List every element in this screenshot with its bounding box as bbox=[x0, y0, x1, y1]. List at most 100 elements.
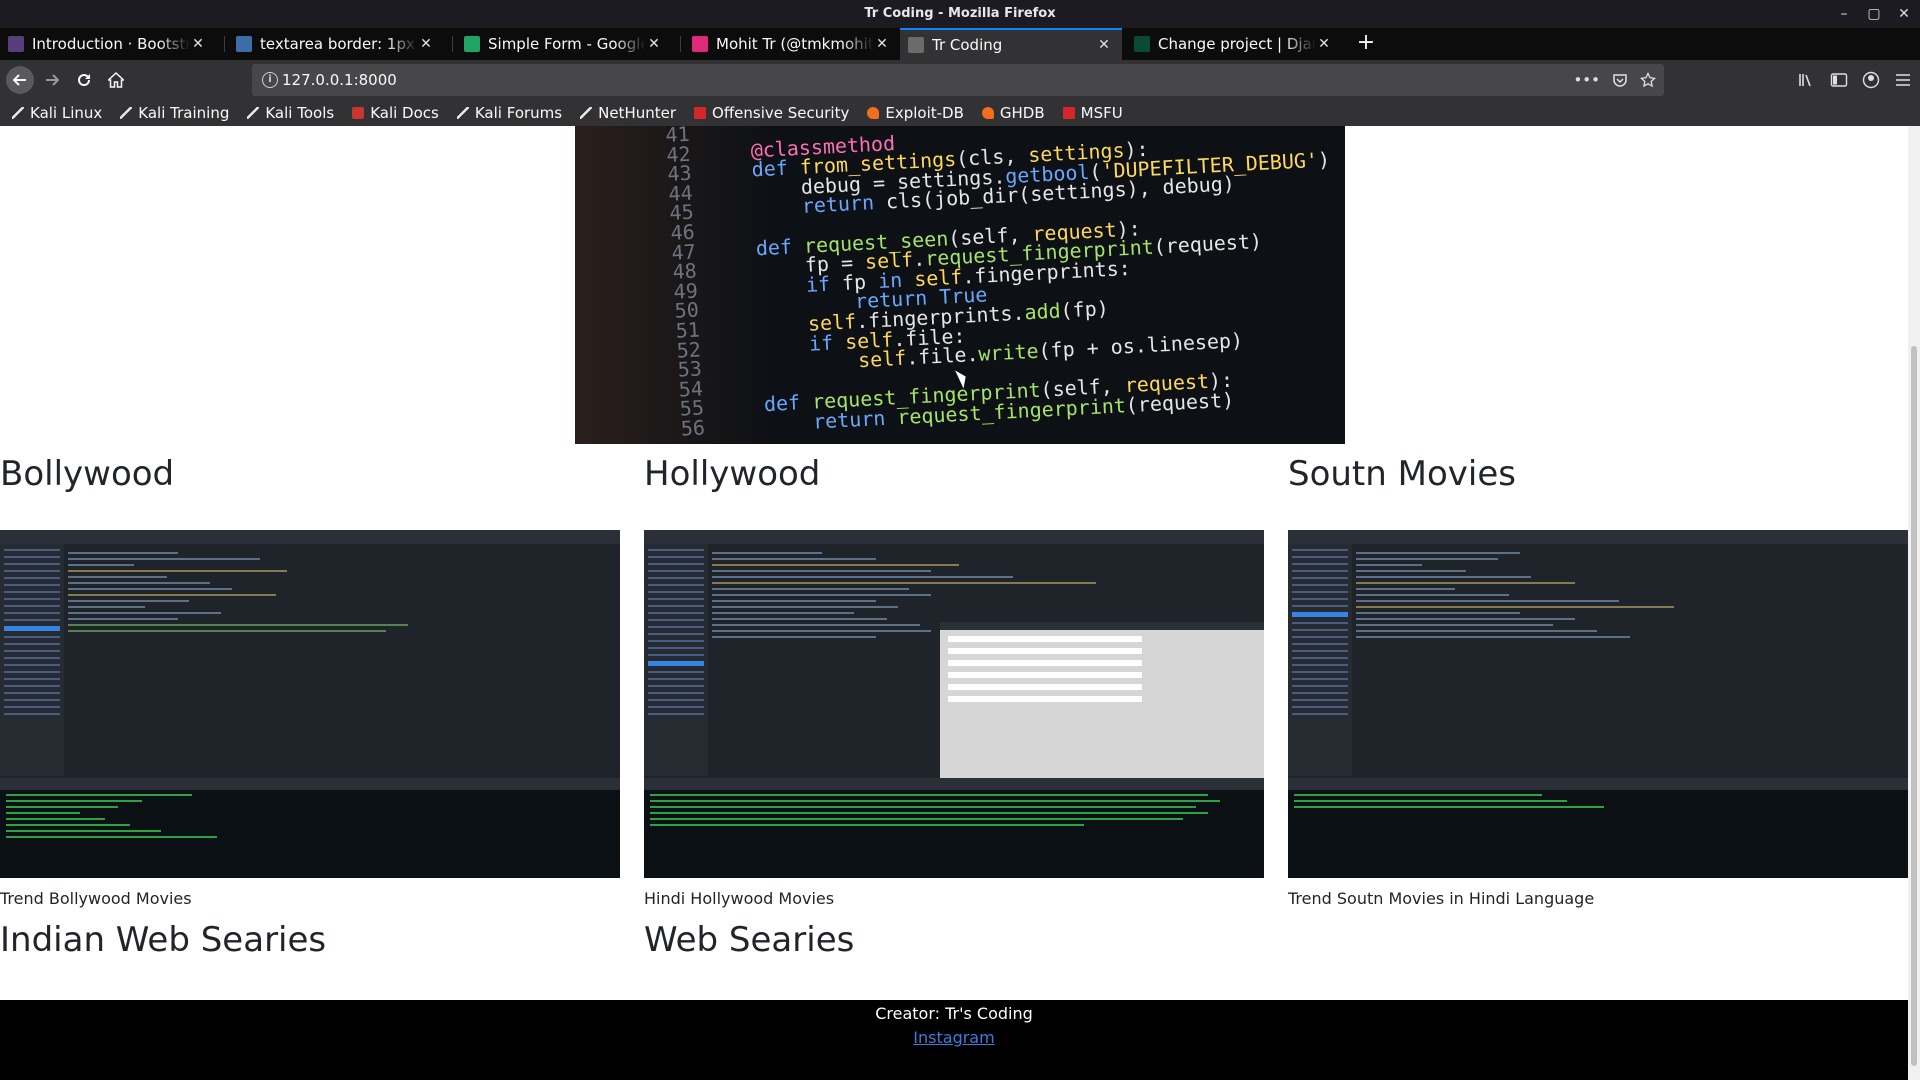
tab-instagram[interactable]: Mohit Tr (@tmkmohit) • I ✕ bbox=[684, 28, 900, 60]
tab-label: Simple Form - Google Dr bbox=[488, 35, 646, 53]
scrollbar-thumb[interactable] bbox=[1911, 346, 1917, 1066]
sidebar-icon[interactable] bbox=[1830, 72, 1848, 88]
window-titlebar: Tr Coding - Mozilla Firefox – ▢ ✕ bbox=[0, 0, 1920, 28]
editor-sidebar bbox=[1288, 544, 1352, 776]
tab-strip: Introduction · Bootstrap v ✕ textarea bo… bbox=[0, 28, 1920, 60]
bookmark-nethunter[interactable]: NetHunter bbox=[580, 104, 676, 122]
forward-icon[interactable] bbox=[38, 66, 66, 94]
site-info-icon[interactable]: i bbox=[262, 72, 278, 88]
instagram-icon bbox=[692, 36, 708, 52]
editor-code bbox=[1356, 548, 1904, 774]
pocket-icon[interactable] bbox=[1612, 72, 1628, 88]
category-heading-hollywood: Hollywood bbox=[644, 454, 821, 494]
close-window-icon[interactable]: ✕ bbox=[1896, 6, 1912, 22]
editor-header bbox=[1288, 530, 1908, 544]
terminal-pane bbox=[1288, 778, 1908, 878]
kali-icon bbox=[580, 107, 593, 119]
editor-sidebar bbox=[644, 544, 708, 776]
hollywood-thumbnail[interactable] bbox=[644, 530, 1264, 878]
category-heading-web-series: Web Searies bbox=[644, 920, 855, 960]
category-heading-south: Soutn Movies bbox=[1288, 454, 1516, 494]
editor-header bbox=[0, 530, 620, 544]
tab-textarea[interactable]: textarea border: 1px solid ✕ bbox=[228, 28, 444, 60]
tab-google-drive[interactable]: Simple Form - Google Dr ✕ bbox=[456, 28, 672, 60]
editor-code bbox=[68, 548, 616, 774]
offsec-icon bbox=[694, 107, 707, 119]
bookmark-kali-training[interactable]: Kali Training bbox=[120, 104, 229, 122]
page-favicon-icon bbox=[908, 37, 924, 53]
bookmark-exploit-db[interactable]: Exploit-DB bbox=[867, 104, 964, 122]
bookmark-kali-docs[interactable]: Kali Docs bbox=[352, 104, 439, 122]
tab-separator bbox=[452, 36, 453, 52]
reload-icon[interactable] bbox=[70, 66, 98, 94]
hero-code-picture: 41 42 @classmethod 43 def from_settings(… bbox=[664, 126, 1331, 441]
tab-django[interactable]: Change project | Django site ✕ bbox=[1126, 28, 1342, 60]
kali-icon bbox=[12, 107, 24, 119]
window-controls: – ▢ ✕ bbox=[1836, 0, 1912, 28]
tab-label: textarea border: 1px solid bbox=[260, 35, 418, 53]
editor-header bbox=[644, 530, 1264, 544]
terminal-pane bbox=[0, 778, 620, 878]
bookmark-kali-forums[interactable]: Kali Forums bbox=[456, 104, 562, 122]
page-footer: Creator: Tr's Coding Instagram bbox=[0, 1000, 1908, 1080]
footer-credit: Creator: Tr's Coding bbox=[875, 1004, 1033, 1023]
bookmarks-toolbar: Kali Linux Kali Training Kali Tools Kali… bbox=[0, 100, 1920, 126]
navigation-toolbar: i 127.0.0.1:8000 ••• bbox=[0, 60, 1920, 100]
tab-close-icon[interactable]: ✕ bbox=[190, 36, 206, 52]
tab-label: Change project | Django site bbox=[1158, 35, 1316, 53]
bookmark-offensive-security[interactable]: Offensive Security bbox=[694, 104, 849, 122]
menu-icon[interactable] bbox=[1894, 72, 1912, 88]
caption-south: Trend Soutn Movies in Hindi Language bbox=[1288, 889, 1595, 908]
instagram-link[interactable]: Instagram bbox=[0, 1028, 1908, 1047]
tab-separator bbox=[224, 36, 225, 52]
url-bar[interactable]: i 127.0.0.1:8000 ••• bbox=[252, 64, 1664, 96]
caption-hollywood: Hindi Hollywood Movies bbox=[644, 889, 835, 908]
minimize-icon[interactable]: – bbox=[1836, 6, 1852, 22]
tab-close-icon[interactable]: ✕ bbox=[1096, 37, 1112, 53]
kali-icon bbox=[456, 107, 469, 119]
kali-docs-icon bbox=[352, 107, 365, 119]
category-heading-indian-web-series: Indian Web Searies bbox=[0, 920, 327, 960]
msfu-icon bbox=[1062, 107, 1075, 119]
window-title: Tr Coding - Mozilla Firefox bbox=[864, 6, 1056, 21]
terminal-pane bbox=[644, 778, 1264, 878]
bootstrap-icon bbox=[8, 36, 24, 52]
hero-code-image: 41 42 @classmethod 43 def from_settings(… bbox=[575, 126, 1345, 444]
toolbar-right bbox=[1798, 60, 1912, 100]
page-scrollbar[interactable] bbox=[1908, 126, 1920, 1080]
tab-label: Tr Coding bbox=[932, 36, 1003, 54]
new-tab-button[interactable]: + bbox=[1352, 28, 1380, 60]
url-text[interactable]: 127.0.0.1:8000 bbox=[282, 64, 397, 96]
bookmark-ghdb[interactable]: GHDB bbox=[981, 104, 1045, 122]
south-movies-thumbnail[interactable] bbox=[1288, 530, 1908, 878]
tkinter-dialog bbox=[940, 622, 1264, 788]
tab-label: Mohit Tr (@tmkmohit) • I bbox=[716, 35, 874, 53]
tab-close-icon[interactable]: ✕ bbox=[1316, 36, 1332, 52]
caption-bollywood: Trend Bollywood Movies bbox=[0, 889, 192, 908]
tab-close-icon[interactable]: ✕ bbox=[874, 36, 890, 52]
editor-sidebar bbox=[0, 544, 64, 776]
maximize-icon[interactable]: ▢ bbox=[1866, 6, 1882, 22]
django-icon bbox=[1134, 36, 1150, 52]
bookmark-msfu[interactable]: MSFU bbox=[1062, 104, 1123, 122]
stackoverflow-icon bbox=[236, 36, 252, 52]
bookmark-kali-linux[interactable]: Kali Linux bbox=[12, 104, 102, 122]
kali-icon bbox=[120, 107, 133, 119]
home-icon[interactable] bbox=[102, 66, 130, 94]
tab-label: Introduction · Bootstrap v bbox=[32, 35, 190, 53]
bookmark-star-icon[interactable] bbox=[1640, 72, 1656, 88]
tab-close-icon[interactable]: ✕ bbox=[418, 36, 434, 52]
tab-separator bbox=[680, 36, 681, 52]
library-icon[interactable] bbox=[1798, 72, 1816, 88]
account-icon[interactable] bbox=[1862, 71, 1880, 89]
tab-bootstrap[interactable]: Introduction · Bootstrap v ✕ bbox=[0, 28, 216, 60]
back-icon[interactable] bbox=[6, 66, 34, 94]
tab-close-icon[interactable]: ✕ bbox=[646, 36, 662, 52]
google-drive-icon bbox=[464, 36, 480, 52]
bollywood-thumbnail[interactable] bbox=[0, 530, 620, 878]
exploit-db-icon bbox=[867, 107, 880, 119]
tab-tr-coding[interactable]: Tr Coding ✕ bbox=[900, 28, 1122, 60]
page-actions-icon[interactable]: ••• bbox=[1573, 71, 1600, 89]
bookmark-kali-tools[interactable]: Kali Tools bbox=[247, 104, 334, 122]
url-bar-actions: ••• bbox=[1573, 64, 1656, 96]
